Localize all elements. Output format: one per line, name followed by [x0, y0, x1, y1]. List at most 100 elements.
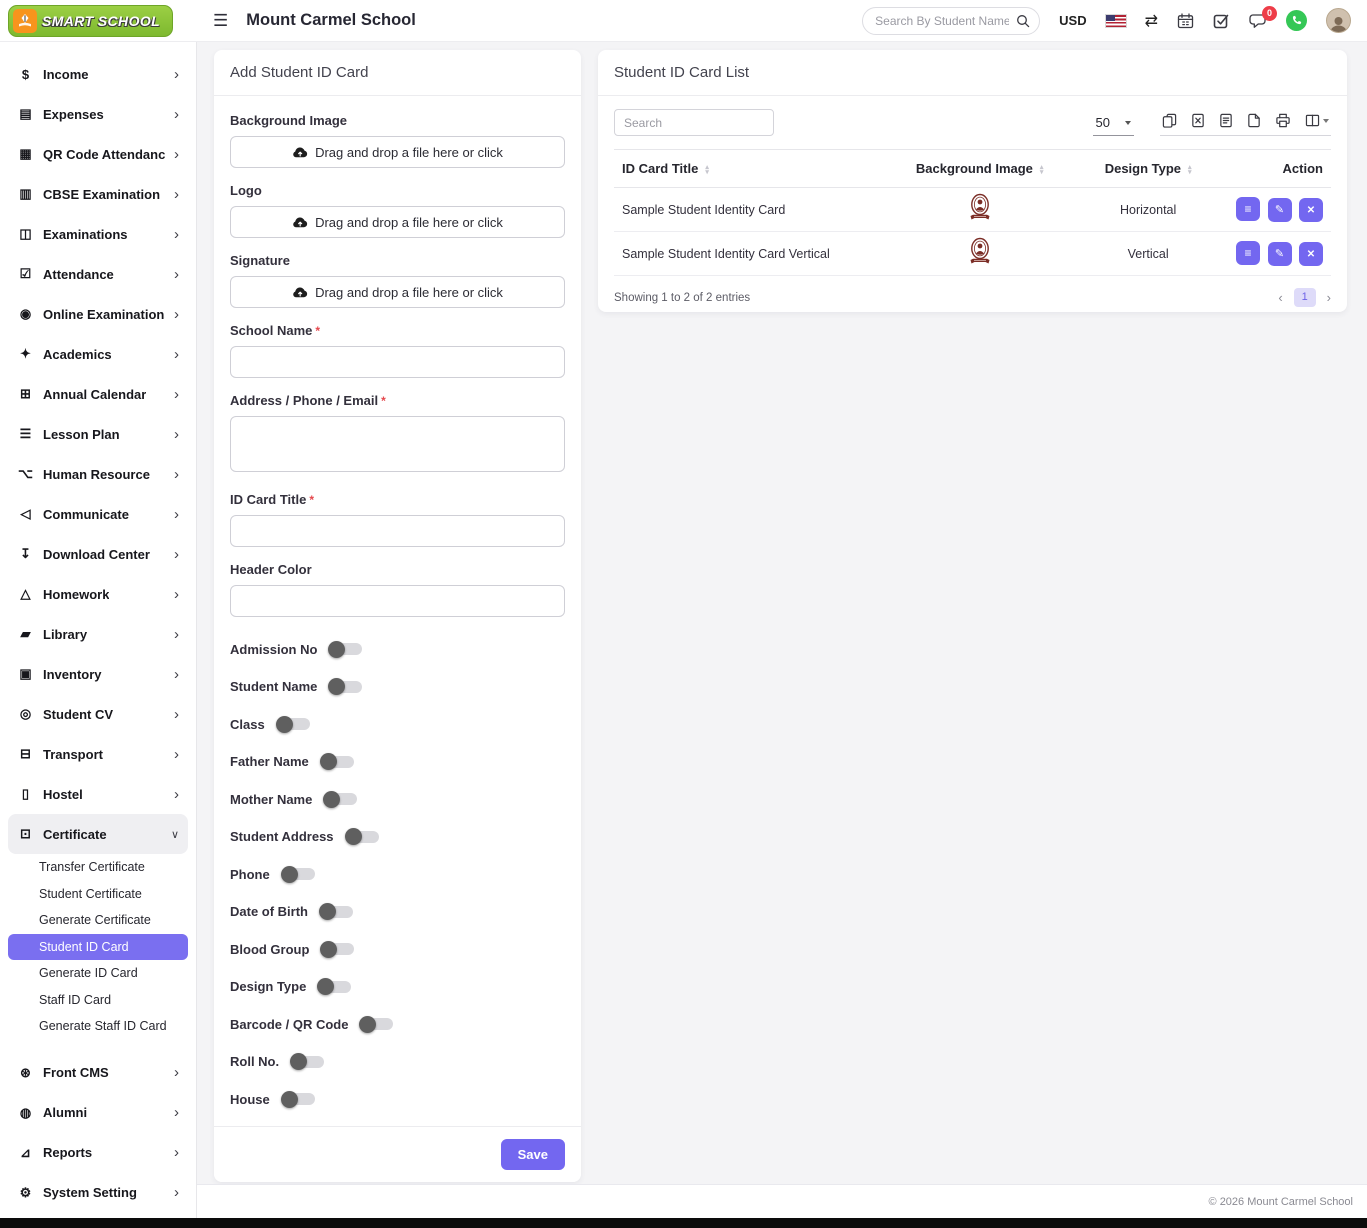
submenu-item-student-id-card[interactable]: Student ID Card — [8, 934, 188, 961]
design-type-toggle[interactable] — [318, 981, 351, 993]
sidebar-item-front-cms[interactable]: ⊛ Front CMS — [8, 1053, 188, 1093]
father-name-toggle[interactable] — [321, 756, 354, 768]
submenu-item-generate-certificate[interactable]: Generate Certificate — [8, 907, 188, 934]
edit-button[interactable] — [1268, 198, 1292, 222]
upload-cloud-icon — [292, 146, 308, 158]
sidebar-item-income[interactable]: $ Income — [8, 54, 188, 94]
date-of-birth-toggle[interactable] — [320, 906, 353, 918]
front-cms-label: Front CMS — [43, 1065, 109, 1080]
whatsapp-icon[interactable] — [1286, 10, 1307, 31]
column-header-background-image[interactable]: Background Image — [886, 150, 1072, 188]
sidebar-item-alumni[interactable]: ◍ Alumni — [8, 1093, 188, 1133]
submenu-item-staff-id-card[interactable]: Staff ID Card — [8, 987, 188, 1014]
lesson-plan-icon: ☰ — [17, 426, 34, 442]
sidebar-item-expenses[interactable]: ▤ Expenses — [8, 94, 188, 134]
house-toggle[interactable] — [282, 1093, 315, 1105]
sidebar-item-download-center[interactable]: ↧ Download Center — [8, 534, 188, 574]
global-search-input[interactable] — [862, 7, 1040, 35]
id-card-title-label: ID Card Title* — [230, 492, 565, 507]
excel-export-button[interactable] — [1191, 113, 1205, 128]
calendar-icon[interactable] — [1177, 13, 1194, 29]
blood-group-toggle[interactable] — [321, 943, 354, 955]
sidebar-item-transport[interactable]: ⊟ Transport — [8, 734, 188, 774]
generate-certificate-label: Generate Certificate — [39, 913, 151, 927]
header-color-input[interactable] — [230, 585, 565, 617]
copy-button[interactable] — [1162, 113, 1177, 128]
class-toggle[interactable] — [277, 718, 310, 730]
logo[interactable]: SMART SCHOOL — [0, 5, 197, 37]
page-size-select[interactable]: 50 — [1093, 113, 1134, 136]
prev-page-button[interactable] — [1278, 290, 1282, 305]
sidebar-item-student-cv[interactable]: ◎ Student CV — [8, 694, 188, 734]
next-page-button[interactable] — [1327, 290, 1331, 305]
student-certificate-label: Student Certificate — [39, 887, 142, 901]
sidebar-item-cbse-examination[interactable]: ▥ CBSE Examination — [8, 174, 188, 214]
sidebar-item-communicate[interactable]: ◁ Communicate — [8, 494, 188, 534]
background-image-dropzone[interactable]: Drag and drop a file here or click — [230, 136, 565, 168]
sidebar-item-certificate[interactable]: ⊡ Certificate — [8, 814, 188, 854]
admission-no-toggle[interactable] — [329, 643, 362, 655]
address-phone-email-textarea[interactable] — [230, 416, 565, 472]
sidebar-item-homework[interactable]: △ Homework — [8, 574, 188, 614]
sidebar-toggle-button[interactable] — [213, 12, 228, 29]
school-emblem-thumbnail[interactable] — [968, 256, 992, 270]
save-button[interactable]: Save — [501, 1139, 565, 1170]
column-visibility-button[interactable] — [1305, 114, 1329, 127]
column-header-design-type[interactable]: Design Type — [1073, 150, 1224, 188]
toggle-row-house: House — [230, 1090, 565, 1108]
delete-button[interactable] — [1299, 198, 1323, 222]
currency-label[interactable]: USD — [1059, 13, 1086, 28]
avatar[interactable] — [1326, 8, 1351, 33]
school-name-input[interactable] — [230, 346, 565, 378]
sidebar-item-qr-code-attendance[interactable]: ▦ QR Code Attendance — [8, 134, 188, 174]
sidebar-item-system-setting[interactable]: ⚙ System Setting — [8, 1173, 188, 1213]
sidebar-item-inventory[interactable]: ▣ Inventory — [8, 654, 188, 694]
assign-button[interactable] — [1236, 241, 1260, 265]
student-address-toggle[interactable] — [346, 831, 379, 843]
submenu-item-transfer-certificate[interactable]: Transfer Certificate — [8, 854, 188, 881]
sidebar-item-library[interactable]: ▰ Library — [8, 614, 188, 654]
logo-dropzone[interactable]: Drag and drop a file here or click — [230, 206, 565, 238]
tasks-icon[interactable] — [1213, 13, 1229, 29]
pagination: 1 — [1278, 288, 1331, 307]
submenu-item-generate-staff-id-card[interactable]: Generate Staff ID Card — [8, 1013, 188, 1040]
mother-name-toggle[interactable] — [324, 793, 357, 805]
swap-icon[interactable] — [1145, 11, 1158, 31]
upload-field-background-image: Background Image Drag and drop a file he… — [230, 113, 565, 168]
column-header-id-card-title[interactable]: ID Card Title — [614, 150, 886, 188]
submenu-item-student-certificate[interactable]: Student Certificate — [8, 881, 188, 908]
sidebar-item-hostel[interactable]: ▯ Hostel — [8, 774, 188, 814]
sidebar-item-attendance[interactable]: ☑ Attendance — [8, 254, 188, 294]
edit-button[interactable] — [1268, 242, 1292, 266]
id-card-title-input[interactable] — [230, 515, 565, 547]
list-search-input[interactable] — [614, 109, 774, 136]
pdf-export-button[interactable] — [1247, 113, 1261, 128]
sidebar-item-annual-calendar[interactable]: ⊞ Annual Calendar — [8, 374, 188, 414]
search-icon[interactable] — [1016, 14, 1030, 28]
print-button[interactable] — [1275, 113, 1291, 128]
csv-export-button[interactable] — [1219, 113, 1233, 128]
page-number[interactable]: 1 — [1294, 288, 1316, 307]
assign-button[interactable] — [1236, 197, 1260, 221]
sidebar-item-human-resource[interactable]: ⌥ Human Resource — [8, 454, 188, 494]
sidebar-item-online-examinations[interactable]: ◉ Online Examinations — [8, 294, 188, 334]
showing-entries-text: Showing 1 to 2 of 2 entries — [614, 292, 750, 304]
phone-toggle[interactable] — [282, 868, 315, 880]
sidebar-item-lesson-plan[interactable]: ☰ Lesson Plan — [8, 414, 188, 454]
sidebar-item-examinations[interactable]: ◫ Examinations — [8, 214, 188, 254]
signature-dropzone[interactable]: Drag and drop a file here or click — [230, 276, 565, 308]
messages-badge: 0 — [1262, 6, 1277, 21]
student-name-toggle[interactable] — [329, 681, 362, 693]
school-emblem-thumbnail[interactable] — [968, 212, 992, 226]
student-id-card-list-panel: Student ID Card List 50 — [598, 50, 1347, 312]
sidebar-item-academics[interactable]: ✦ Academics — [8, 334, 188, 374]
header-color-label: Header Color — [230, 562, 565, 577]
language-flag-icon[interactable] — [1106, 15, 1126, 27]
submenu-item-generate-id-card[interactable]: Generate ID Card — [8, 960, 188, 987]
delete-button[interactable] — [1299, 242, 1323, 266]
barcode-qr-code-toggle[interactable] — [360, 1018, 393, 1030]
messages-icon[interactable]: 0 — [1248, 13, 1267, 29]
roll-no-toggle[interactable] — [291, 1056, 324, 1068]
sidebar-item-reports[interactable]: ⊿ Reports — [8, 1133, 188, 1173]
csv-export-icon — [1219, 113, 1233, 128]
